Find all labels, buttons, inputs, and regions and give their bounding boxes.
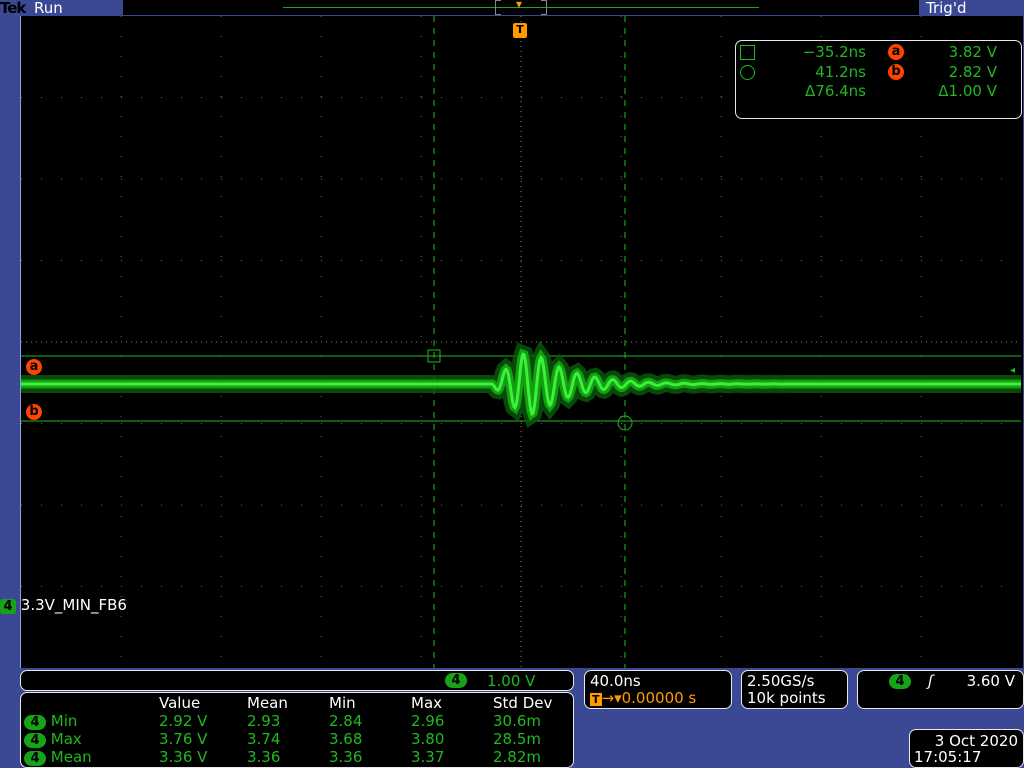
cell-min: 3.36	[329, 748, 363, 766]
table-row[interactable]: 4 Mean 3.36 V 3.36 3.36 3.37 2.82m	[24, 748, 552, 766]
record-length: 10k points	[747, 689, 826, 707]
channel-vertical-scale: 1.00 V	[487, 672, 536, 690]
cursor-a-voltage: 3.82 V	[948, 43, 997, 61]
acquisition-state: Run	[34, 0, 63, 17]
table-row[interactable]: 4 Min 2.92 V 2.93 2.84 2.96 30.6m	[24, 712, 552, 730]
cursor-b-marker[interactable]: b	[26, 404, 42, 420]
cell-min: 3.68	[329, 730, 363, 748]
cursor1-time: −35.2ns	[802, 43, 866, 61]
header-max: Max	[411, 694, 443, 712]
trigger-position-readout: T →▾0.00000 s	[590, 689, 697, 707]
cell-value: 3.36 V	[159, 748, 208, 766]
trigger-source-badge: 4	[889, 674, 911, 689]
cursor-b-badge: b	[888, 64, 904, 80]
cursor-b-voltage: 2.82 V	[948, 63, 997, 81]
acquisition-box[interactable]: 2.50GS/s 10k points	[741, 670, 848, 709]
measurement-name: Mean	[50, 748, 92, 766]
channel-scale-box[interactable]: 4 1.00 V	[20, 670, 574, 691]
cursor2-circle-icon	[740, 65, 755, 80]
measurement-name: Max	[50, 730, 82, 748]
header-mean: Mean	[247, 694, 288, 712]
cursor-readout: −35.2ns 41.2ns Δ76.4ns a b 3.82 V 2.82 V…	[735, 40, 1022, 119]
time: 17:05:17	[914, 748, 982, 766]
cell-value: 2.92 V	[159, 712, 208, 730]
channel-4-badge: 4	[24, 733, 46, 748]
cell-mean: 3.74	[247, 730, 281, 748]
horizontal-scale: 40.0ns	[590, 672, 641, 690]
timebase-box[interactable]: 40.0ns T →▾0.00000 s	[584, 670, 732, 709]
trigger-level: 3.60 V	[966, 672, 1015, 690]
delta-time: Δ76.4ns	[805, 82, 866, 100]
cell-std: 2.82m	[493, 748, 542, 766]
channel-name: 3.3V_MIN_FB6	[20, 596, 127, 614]
cell-std: 28.5m	[493, 730, 542, 748]
cursor1-square-icon	[740, 45, 755, 60]
status-bar: Tek Run ▾ Trig'd	[0, 0, 1024, 17]
trigger-position-marker[interactable]: T	[513, 23, 527, 38]
cursor-a-badge: a	[888, 44, 904, 60]
cell-mean: 2.93	[247, 712, 281, 730]
cell-value: 3.76 V	[159, 730, 208, 748]
measurements-table: Value Mean Min Max Std Dev 4 Min 2.92 V 2…	[24, 694, 552, 766]
channel-label[interactable]: 4 3.3V_MIN_FB6	[0, 596, 127, 614]
measurements-panel: Value Mean Min Max Std Dev 4 Min 2.92 V 2…	[20, 692, 574, 768]
cell-max: 3.37	[411, 748, 445, 766]
trigger-icon: T	[590, 693, 602, 706]
sample-rate: 2.50GS/s	[747, 672, 815, 690]
cell-std: 30.6m	[493, 712, 542, 730]
cell-max: 2.96	[411, 712, 445, 730]
channel-4-badge: 4	[445, 673, 467, 688]
trigger-level-marker: ◂	[1010, 365, 1016, 376]
record-trigger-marker: ▾	[516, 0, 523, 11]
channel-4-badge: 4	[24, 751, 46, 766]
horizontal-position: 0.00000 s	[621, 689, 697, 707]
cell-min: 2.84	[329, 712, 363, 730]
channel-4-badge: 4	[0, 599, 16, 614]
cursor2-time: 41.2ns	[815, 63, 866, 81]
trigger-status: Trig'd	[926, 0, 967, 17]
header-value: Value	[159, 694, 201, 712]
table-row[interactable]: 4 Max 3.76 V 3.74 3.68 3.80 28.5m	[24, 730, 552, 748]
cursor-a-marker[interactable]: a	[26, 359, 42, 375]
record-view[interactable]: ▾	[123, 0, 919, 15]
delta-voltage: Δ1.00 V	[938, 82, 997, 100]
header-min: Min	[329, 694, 356, 712]
measurement-name: Min	[50, 712, 78, 730]
datetime-box[interactable]: 3 Oct 2020 17:05:17	[909, 729, 1024, 768]
header-std-dev: Std Dev	[493, 694, 553, 712]
channel-4-badge: 4	[24, 715, 46, 730]
trigger-box[interactable]: 4 ʃ 3.60 V	[857, 670, 1024, 709]
brand-logo: Tek	[0, 0, 26, 17]
rising-edge-icon: ʃ	[928, 672, 934, 690]
cell-mean: 3.36	[247, 748, 281, 766]
cell-max: 3.80	[411, 730, 445, 748]
